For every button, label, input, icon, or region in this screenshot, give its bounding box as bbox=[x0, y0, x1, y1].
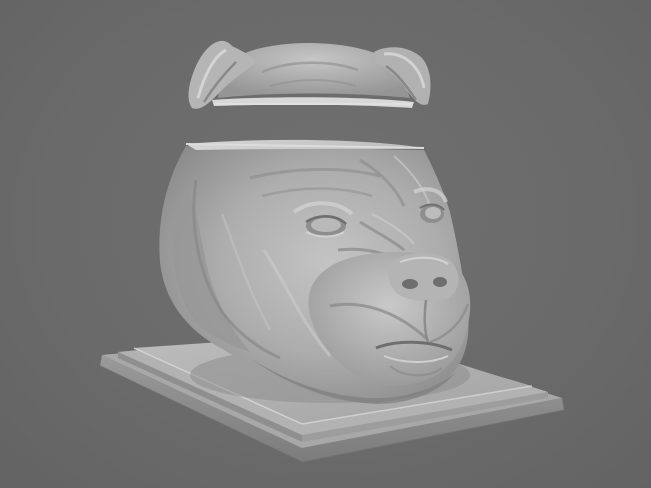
3d-viewport[interactable] bbox=[0, 0, 651, 488]
bulldog-sculpt-render bbox=[99, 40, 565, 463]
left-eye bbox=[305, 215, 347, 238]
ears-lid bbox=[188, 40, 431, 109]
bulldog-head bbox=[159, 139, 471, 404]
nose bbox=[388, 253, 459, 302]
